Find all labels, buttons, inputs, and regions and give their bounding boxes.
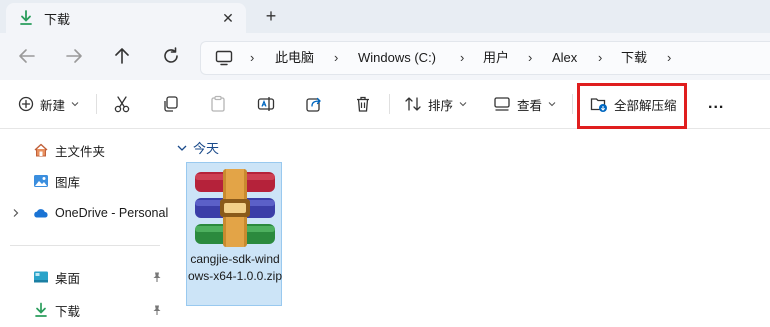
breadcrumb-users[interactable]: 用户: [483, 42, 509, 74]
breadcrumb-alex[interactable]: Alex: [552, 42, 577, 74]
pin-icon[interactable]: [151, 304, 163, 316]
ellipsis-icon: ...: [708, 95, 725, 112]
chevron-down-icon: [71, 102, 79, 107]
tab-title: 下载: [44, 11, 71, 27]
winrar-archive-icon: [195, 169, 275, 247]
chevron-down-icon: [459, 102, 467, 107]
copy-icon: [164, 96, 178, 112]
file-name: cangjie-sdk-windows-x64-1.0.0.zip: [187, 252, 283, 283]
group-header-label: 今天: [193, 141, 220, 156]
breadcrumb-chevron-icon[interactable]: ›: [667, 42, 671, 74]
chevron-right-icon[interactable]: [11, 208, 21, 218]
sidebar-divider: [10, 245, 160, 246]
sidebar-item-desktop[interactable]: 桌面: [0, 262, 170, 292]
toolbar-divider: [572, 94, 573, 114]
home-icon: [34, 143, 48, 157]
back-arrow-icon[interactable]: [16, 45, 38, 67]
sidebar-item-label: 主文件夹: [55, 144, 106, 159]
address-bar[interactable]: › 此电脑 › Windows (C:) › 用户 › Alex › 下载 ›: [200, 41, 770, 75]
file-item[interactable]: cangjie-sdk-windows-x64-1.0.0.zip: [186, 162, 282, 306]
navigation-pane: 主文件夹 图库 OneDrive - Personal 桌面 下载: [0, 129, 170, 327]
toolbar-divider: [96, 94, 97, 114]
toolbar-divider: [389, 94, 390, 114]
rename-button[interactable]: [257, 80, 275, 128]
new-tab-button[interactable]: +: [262, 7, 280, 25]
sidebar-item-label: OneDrive - Personal: [55, 206, 169, 220]
up-arrow-icon[interactable]: [111, 45, 133, 67]
sidebar-item-label: 图库: [55, 175, 81, 190]
breadcrumb-chevron-icon[interactable]: ›: [460, 42, 464, 74]
sidebar-item-gallery[interactable]: 图库: [0, 166, 170, 196]
download-icon: [20, 10, 32, 25]
copy-button[interactable]: [161, 80, 179, 128]
chevron-down-icon: [548, 102, 556, 107]
more-options-button[interactable]: ...: [708, 80, 724, 128]
sort-icon: [405, 97, 421, 111]
sidebar-item-onedrive[interactable]: OneDrive - Personal: [0, 198, 170, 228]
share-button[interactable]: [305, 80, 323, 128]
sidebar-item-label: 桌面: [55, 271, 81, 286]
close-tab-icon[interactable]: ✕: [220, 10, 236, 26]
refresh-icon[interactable]: [160, 45, 182, 67]
download-icon: [35, 302, 47, 317]
breadcrumb-chevron-icon[interactable]: ›: [528, 42, 532, 74]
rename-icon: [257, 97, 275, 111]
breadcrumb-chevron-icon[interactable]: ›: [250, 42, 254, 74]
sidebar-item-label: 下载: [55, 304, 81, 319]
view-button[interactable]: 查看: [493, 80, 556, 128]
paste-button[interactable]: [209, 80, 227, 128]
new-button[interactable]: 新建: [18, 80, 79, 128]
share-icon: [306, 97, 321, 112]
new-button-label: 新建: [40, 98, 66, 113]
scissors-icon: [114, 96, 130, 113]
breadcrumb-this-pc[interactable]: 此电脑: [275, 42, 314, 74]
delete-button[interactable]: [354, 80, 372, 128]
file-list-area: 今天 cangjie-sdk-windows-x64-1.0.0.zip: [170, 129, 770, 327]
tab-strip: 下载 ✕ +: [0, 0, 770, 33]
desktop-icon: [34, 271, 48, 283]
group-header-today[interactable]: 今天: [176, 138, 219, 157]
chevron-down-icon: [177, 145, 187, 151]
sidebar-item-home[interactable]: 主文件夹: [0, 135, 170, 165]
sort-button-label: 排序: [428, 98, 454, 113]
paste-icon: [211, 95, 225, 112]
view-icon: [494, 97, 510, 111]
gallery-icon: [34, 175, 48, 187]
sidebar-item-downloads[interactable]: 下载: [0, 295, 170, 325]
trash-icon: [357, 96, 369, 112]
sort-button[interactable]: 排序: [404, 80, 467, 128]
cut-button[interactable]: [113, 80, 131, 128]
onedrive-icon: [34, 209, 48, 218]
navigation-bar: › 此电脑 › Windows (C:) › 用户 › Alex › 下载 ›: [0, 33, 770, 80]
tab-downloads[interactable]: 下载 ✕: [6, 3, 246, 33]
highlight-box: [577, 83, 687, 129]
forward-arrow-icon[interactable]: [63, 45, 85, 67]
breadcrumb-drive-c[interactable]: Windows (C:): [358, 42, 436, 74]
pin-icon[interactable]: [151, 271, 163, 283]
breadcrumb-chevron-icon[interactable]: ›: [598, 42, 602, 74]
view-button-label: 查看: [517, 98, 543, 113]
plus-circle-icon: [18, 96, 34, 112]
computer-icon: [215, 50, 233, 66]
breadcrumb-downloads[interactable]: 下载: [621, 42, 647, 74]
breadcrumb-chevron-icon[interactable]: ›: [334, 42, 338, 74]
